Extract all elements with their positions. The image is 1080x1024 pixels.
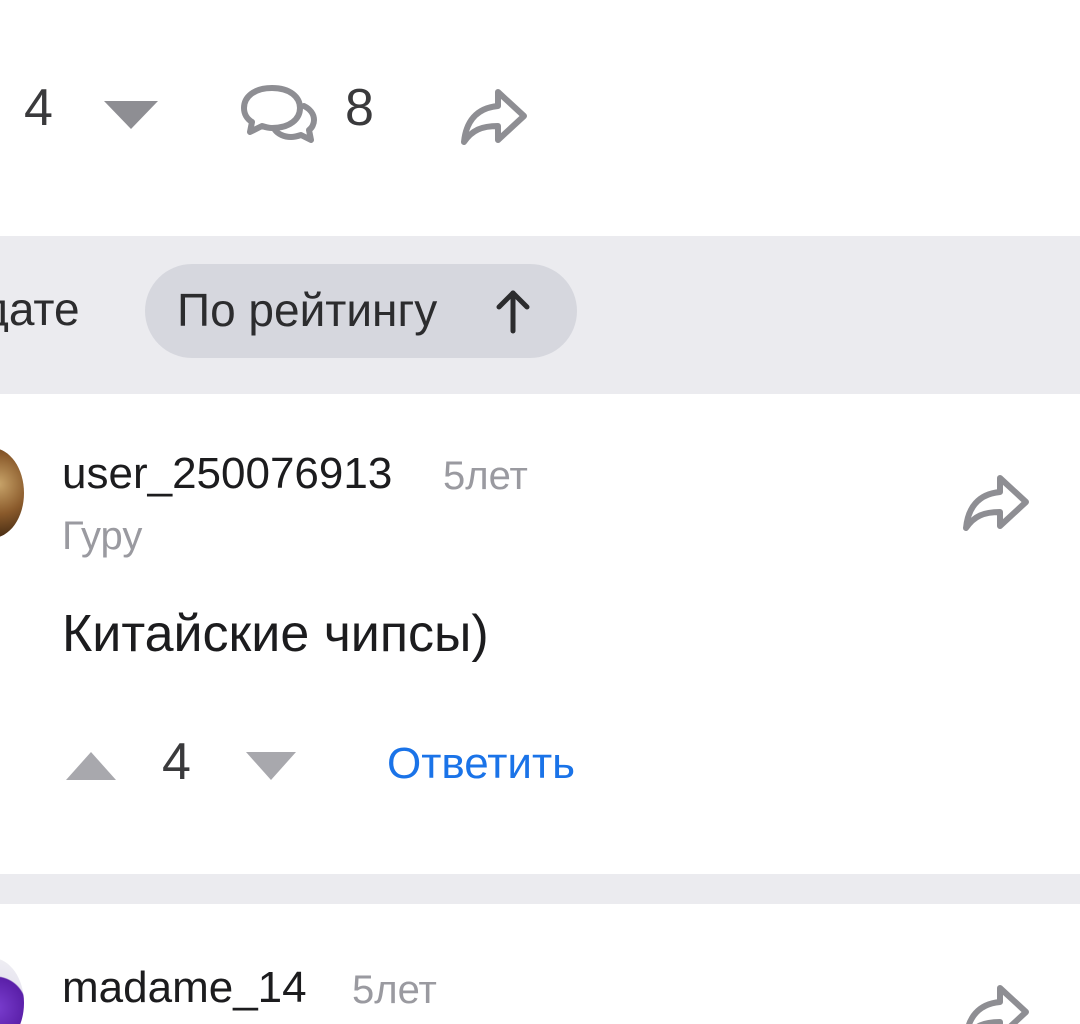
sort-by-date-option[interactable]: дате [0,286,100,332]
comment-username[interactable]: madame_14 [62,966,307,1010]
share-icon[interactable] [962,984,1030,1024]
comment-item: madame_14 5лет [0,904,1080,1024]
comment-divider [0,874,1080,904]
user-rank: Гуру [62,514,143,558]
share-icon[interactable] [962,474,1030,537]
avatar[interactable] [0,448,24,538]
sort-by-rating-option[interactable]: По рейтингу [145,264,577,358]
arrow-up-icon [495,288,531,339]
post-actions-bar: 4 8 [0,0,1080,236]
comment-time: 5лет [352,968,437,1012]
share-icon[interactable] [460,88,528,151]
post-vote-count: 4 [24,79,53,137]
avatar[interactable] [0,958,24,1024]
comment-username[interactable]: user_250076913 [62,452,392,496]
vote-down-icon[interactable] [246,752,296,785]
vote-up-icon[interactable] [66,752,116,785]
comment-text: Китайские чипсы) [62,605,489,663]
sort-by-date-label: дате [0,286,80,332]
comment-vote-count: 4 [162,733,191,791]
comment-time: 5лет [443,454,528,498]
comments-icon[interactable] [240,84,320,153]
reply-button[interactable]: Ответить [387,742,575,786]
comment-item: user_250076913 5лет Гуру Китайские чипсы… [0,394,1080,874]
comments-count: 8 [345,79,374,137]
sort-by-rating-label: По рейтингу [177,284,438,336]
vote-down-icon[interactable] [104,101,158,136]
